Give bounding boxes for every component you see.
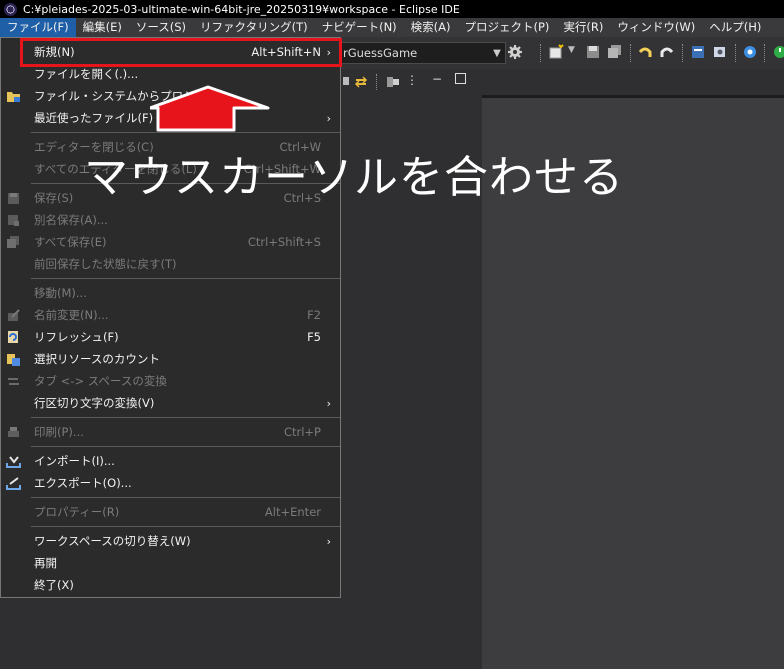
chevron-right-icon: › [326, 396, 331, 410]
menu-item-rename[interactable]: 名前変更(N)... F2 [1, 304, 340, 326]
menu-item-print[interactable]: 印刷(P)... Ctrl+P [1, 421, 340, 443]
new-wizard-icon[interactable] [548, 44, 564, 60]
chevron-down-icon[interactable]: ▼ [568, 45, 575, 55]
convert-icon [8, 377, 19, 385]
menu-item-move[interactable]: 移動(M)... [1, 282, 340, 304]
minimize-icon[interactable]: − [432, 72, 442, 86]
toolbar-separator [764, 44, 767, 62]
chevron-right-icon: › [326, 534, 331, 548]
launch-config-value: rGuessGame [343, 46, 418, 60]
import-icon [6, 455, 21, 468]
menu-item-export[interactable]: エクスポート(O)... [1, 472, 340, 494]
filter-icon[interactable] [386, 75, 400, 89]
menu-item-exit[interactable]: 終了(X) [1, 574, 340, 596]
search-icon[interactable] [712, 44, 728, 60]
menu-separator [31, 278, 340, 279]
title-bar: C:¥pleiades-2025-03-ultimate-win-64bit-j… [0, 0, 784, 18]
menu-source[interactable]: ソース(S) [129, 18, 193, 37]
save-all-icon [7, 235, 19, 248]
eclipse-icon [4, 2, 17, 16]
menu-separator [31, 497, 340, 498]
toolbar-separator [630, 44, 633, 62]
refresh-icon [8, 330, 18, 343]
menu-bar: ファイル(F) 編集(E) ソース(S) リファクタリング(T) ナビゲート(N… [0, 18, 784, 37]
save-icon [8, 192, 19, 204]
menu-item-convert-line-delimiters[interactable]: 行区切り文字の変換(V) › [1, 392, 340, 414]
console-icon[interactable] [690, 44, 706, 60]
menu-item-count-resources[interactable]: 選択リソースのカウント [1, 348, 340, 370]
menu-item-convert-tabs[interactable]: タブ <-> スペースの変換 [1, 370, 340, 392]
menu-item-import[interactable]: インポート(I)... [1, 450, 340, 472]
menu-navigate[interactable]: ナビゲート(N) [315, 18, 404, 37]
link-editor-icon[interactable] [354, 75, 368, 89]
menu-edit[interactable]: 編集(E) [76, 18, 129, 37]
save-as-icon [8, 214, 19, 226]
print-icon [8, 426, 19, 437]
launch-config-combo[interactable]: rGuessGame ▼ [338, 42, 506, 64]
menu-refactor[interactable]: リファクタリング(T) [193, 18, 315, 37]
menu-item-save-as[interactable]: 別名保存(A)... [1, 209, 340, 231]
menu-run[interactable]: 実行(R) [556, 18, 610, 37]
menu-item-save-all[interactable]: すべて保存(E) Ctrl+Shift+S [1, 231, 340, 253]
menu-search[interactable]: 検索(A) [404, 18, 458, 37]
chevron-down-icon: ▼ [493, 47, 501, 59]
menu-help[interactable]: ヘルプ(H) [702, 18, 768, 37]
toolbar-separator [735, 44, 738, 62]
menu-item-properties[interactable]: プロパティー(R) Alt+Enter [1, 501, 340, 523]
view-menu-icon[interactable]: ⋮ [406, 73, 418, 87]
window-title: C:¥pleiades-2025-03-ultimate-win-64bit-j… [23, 2, 460, 16]
save-all-icon[interactable] [607, 44, 623, 60]
toolbar-separator [540, 44, 543, 62]
menu-item-restart[interactable]: 再開 [1, 552, 340, 574]
save-icon[interactable] [585, 44, 601, 60]
menu-item-switch-workspace[interactable]: ワークスペースの切り替え(W) › [1, 530, 340, 552]
menu-item-refresh[interactable]: リフレッシュ(F) F5 [1, 326, 340, 348]
menu-separator [31, 417, 340, 418]
highlight-box [20, 38, 342, 67]
export-icon [6, 476, 21, 490]
gear-icon[interactable] [507, 44, 523, 60]
menu-separator [31, 446, 340, 447]
folder-icon [7, 91, 20, 102]
menu-file[interactable]: ファイル(F) [0, 18, 76, 37]
toolbar-separator [682, 44, 685, 62]
power-icon[interactable] [772, 44, 784, 60]
debug-gear-icon[interactable] [742, 44, 758, 60]
up-arrow-annotation [150, 85, 270, 132]
annotation-text: マウスカーソルを合わせる [84, 152, 624, 203]
undo-icon[interactable] [637, 44, 653, 60]
menu-project[interactable]: プロジェクト(P) [458, 18, 557, 37]
count-icon [7, 353, 20, 366]
maximize-icon[interactable] [455, 73, 466, 84]
menu-item-revert[interactable]: 前回保存した状態に戻す(T) [1, 253, 340, 275]
redo-icon[interactable] [659, 44, 675, 60]
chevron-right-icon: › [326, 111, 331, 125]
menu-separator [31, 526, 340, 527]
rename-icon [8, 308, 20, 321]
menu-window[interactable]: ウィンドウ(W) [610, 18, 702, 37]
toolbar-separator [376, 74, 379, 90]
